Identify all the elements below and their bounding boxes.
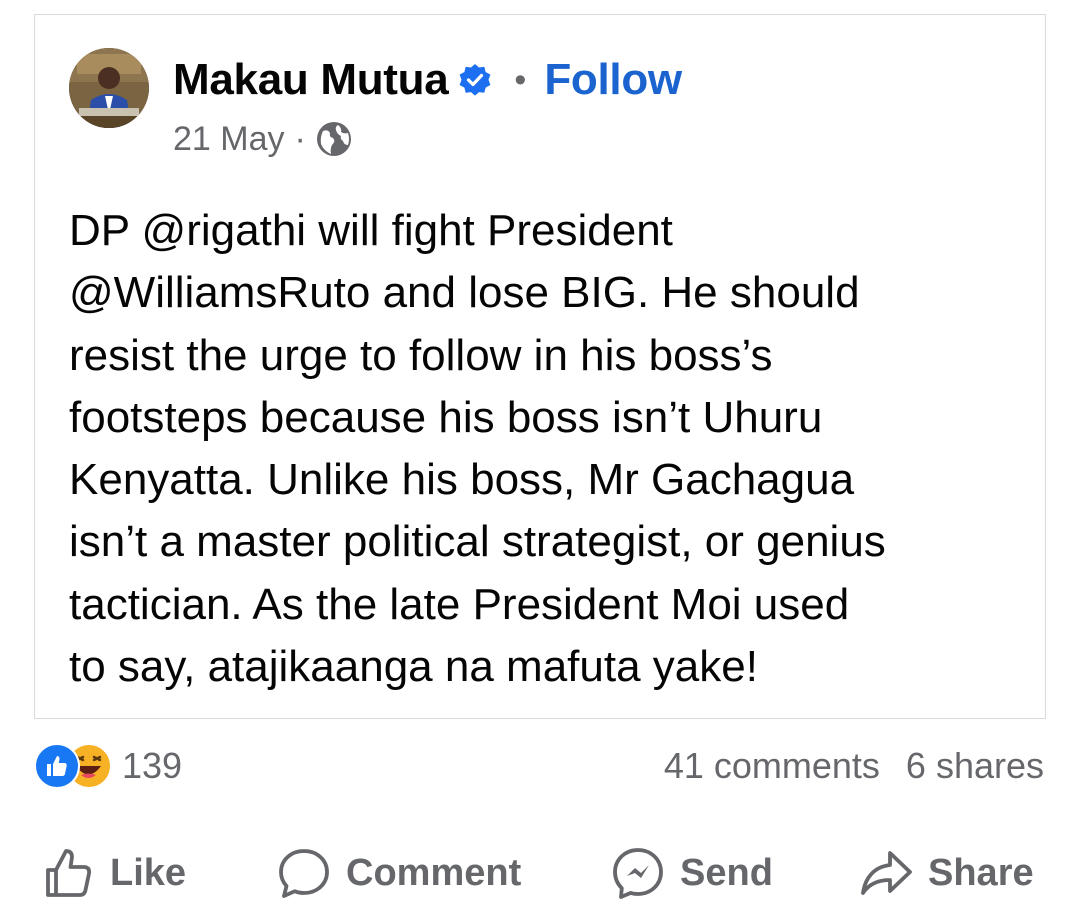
post-meta: 21 May · bbox=[173, 115, 354, 163]
post-text-line: tactician. As the late President Moi use… bbox=[69, 579, 850, 629]
post-text-line: Kenyatta. Unlike his boss, Mr Gachagua bbox=[69, 455, 855, 505]
send-label: Send bbox=[680, 851, 773, 894]
separator-dot: • bbox=[514, 60, 527, 99]
like-label: Like bbox=[110, 851, 187, 894]
shares-count[interactable]: 6 shares bbox=[906, 745, 1044, 787]
post-text-line: @WilliamsRuto and lose BIG. He should bbox=[69, 268, 860, 318]
messenger-icon bbox=[613, 848, 663, 899]
post-body: DP @rigathi will fight President @Willia… bbox=[69, 200, 1019, 698]
thumbs-up-icon bbox=[46, 849, 92, 897]
post-text-line: resist the urge to follow in his boss’s bbox=[69, 330, 773, 380]
send-button[interactable]: Send bbox=[610, 842, 773, 904]
post-date[interactable]: 21 May bbox=[173, 120, 285, 159]
like-button[interactable]: Like bbox=[40, 842, 186, 904]
share-button[interactable]: Share bbox=[858, 842, 1034, 904]
page: Makau Mutua • Follow 21 May · DP @rigath… bbox=[0, 0, 1080, 908]
post-text-line: isn’t a master political strategist, or … bbox=[69, 517, 886, 567]
like-reaction-icon bbox=[34, 743, 80, 789]
comment-label: Comment bbox=[346, 851, 522, 894]
author-row: Makau Mutua • Follow bbox=[173, 53, 682, 107]
author-name[interactable]: Makau Mutua bbox=[173, 55, 449, 105]
comment-button[interactable]: Comment bbox=[276, 842, 521, 904]
action-bar: Like Comment Send Share bbox=[0, 842, 1080, 904]
post-text-line: to say, atajikaanga na mafuta yake! bbox=[69, 642, 758, 692]
engagement-stats: 41 comments 6 shares bbox=[664, 742, 1044, 790]
verified-badge-icon bbox=[458, 63, 492, 97]
meta-separator: · bbox=[294, 119, 306, 158]
comment-bubble-icon bbox=[279, 849, 329, 898]
reaction-count: 139 bbox=[122, 745, 183, 786]
follow-button[interactable]: Follow bbox=[544, 55, 682, 105]
share-label: Share bbox=[928, 851, 1034, 894]
post-card: Makau Mutua • Follow 21 May · DP @rigath… bbox=[34, 14, 1046, 719]
post-text-line: footsteps because his boss isn’t Uhuru bbox=[69, 392, 823, 442]
share-arrow-icon bbox=[861, 851, 912, 895]
post-text-line: DP @rigathi will fight President bbox=[69, 206, 673, 255]
comments-count[interactable]: 41 comments bbox=[664, 745, 880, 787]
globe-icon bbox=[314, 119, 354, 159]
reactions-summary[interactable]: 139 bbox=[34, 742, 182, 790]
author-avatar[interactable] bbox=[69, 48, 149, 128]
